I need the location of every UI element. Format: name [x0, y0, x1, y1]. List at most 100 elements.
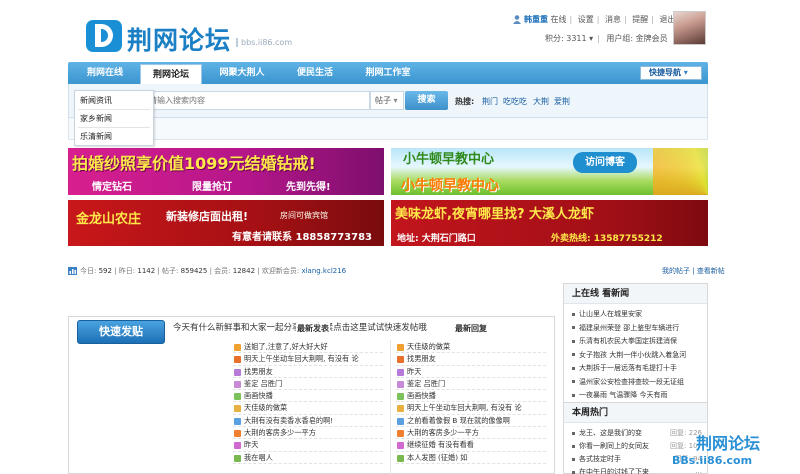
news-item[interactable]: 大荆拆于一居远落有毛提打十手 — [572, 363, 702, 373]
tab-latest-posts[interactable]: 最新发表 — [296, 323, 330, 334]
visit-blog-button[interactable]: 访问博客 — [573, 152, 637, 173]
bullet-icon — [572, 444, 575, 448]
stat-posts: 859425 — [180, 267, 208, 275]
list-item[interactable]: 明天上午坐动车回大荆啊, 有没有 论 — [396, 402, 546, 415]
hot-item[interactable]: 龙王、这是我们的变 回复: 226 — [572, 428, 702, 438]
quick-post-button[interactable]: 快速发贴 — [77, 320, 165, 344]
quick-nav-button[interactable]: 快捷导航 ▾ — [640, 66, 702, 80]
avatar[interactable] — [673, 11, 706, 45]
hot-search-word[interactable]: 吃吃吃 — [503, 96, 527, 107]
nav-item-community[interactable]: 网聚大荆人 — [208, 62, 276, 84]
news-item[interactable]: 福建泉州荣登 邵上鉴型车辆进行 — [572, 323, 702, 333]
nav-dropdown-menu: 新闻资讯 家乡新闻 乐清新闻 — [74, 90, 154, 146]
settings-link[interactable]: 设置 — [578, 15, 594, 24]
banner-title: 金龙山农庄 — [76, 212, 142, 227]
post-title: 找男朋友 — [244, 366, 273, 376]
site-logo-text[interactable]: 荆网论坛 — [127, 21, 231, 57]
list-item[interactable]: 之前看着像假 B 现在就的像像啊 — [396, 415, 546, 428]
hot-title: 在中午日的讨钱了下来 — [579, 468, 649, 474]
username-link[interactable]: 韩重重 — [524, 15, 548, 24]
nav-item-online[interactable]: 荆网在线 — [74, 62, 136, 84]
search-input[interactable] — [142, 91, 370, 110]
latest-posts-list: 送姐了,注意了,好大好大好明天上午坐动车回大荆啊, 有没有 论找男朋友鉴定 吕胜… — [233, 341, 383, 464]
chevron-down-icon: ▾ — [683, 68, 688, 77]
list-item[interactable]: 鉴定 吕胜门 — [396, 378, 546, 391]
nav-item-services[interactable]: 便民生活 — [282, 62, 348, 84]
banner-early-education[interactable]: 小牛顿早教中心 小牛顿早教中心 访问博客 — [391, 148, 708, 195]
post-title: 昨天 — [244, 440, 259, 450]
hot-search-word[interactable]: 荆门 — [482, 96, 498, 107]
nav-item-forum[interactable]: 荆网论坛 — [140, 64, 202, 84]
user-group-link[interactable]: 用户组: 金牌会员 — [606, 34, 667, 43]
site-logo-icon[interactable] — [86, 20, 122, 52]
post-title: 送姐了,注意了,好大好大好 — [244, 342, 328, 351]
user-icon — [513, 15, 521, 24]
list-item[interactable]: 我在唱人 — [233, 452, 383, 464]
news-item[interactable]: 女子抱孩 大荆一伴小伙跳入着急河 — [572, 350, 702, 360]
nav-item-studio[interactable]: 荆网工作室 — [352, 62, 424, 84]
post-type-icon — [234, 405, 241, 413]
hot-search-word[interactable]: 爱荆 — [554, 96, 570, 107]
news-title: 乐清有机农民大拳国定拆建消保 — [579, 337, 677, 345]
post-title: 天佳级的做菜 — [244, 403, 288, 413]
news-item[interactable]: 让山里人在城里安家 — [572, 309, 702, 319]
list-item[interactable]: 找男朋友 — [233, 366, 383, 378]
list-item[interactable]: 继续征婚 有没有看看 — [396, 439, 546, 452]
news-item[interactable]: 温州家公安检查排查较一段无证组 — [572, 377, 702, 387]
post-type-icon — [234, 442, 241, 450]
news-title: 温州家公安检查排查较一段无证组 — [579, 377, 684, 386]
news-title: 一夜暴雨 气温骤降 今天有雨 — [579, 391, 668, 399]
online-status[interactable]: 在线 — [551, 15, 567, 24]
dropdown-item-news[interactable]: 新闻资讯 — [80, 95, 112, 106]
banner-crayfish[interactable]: 美味龙虾,夜宵哪里找? 大溪人龙虾 地址: 大荆石门路口 外卖热线: 13587… — [391, 200, 708, 246]
post-type-icon — [397, 344, 404, 351]
post-type-icon — [397, 454, 404, 462]
user-stats: 积分: 3311 ▾ | 用户组: 金牌会员 — [545, 34, 668, 43]
watermark-logo: 荆网论坛 — [696, 434, 761, 453]
dropdown-item-hometown-news[interactable]: 家乡新闻 — [80, 113, 112, 124]
list-item[interactable]: 大荆有没有卖香水香皂的啊! — [233, 415, 383, 428]
search-button[interactable]: 搜索 — [405, 91, 448, 110]
bullet-icon — [572, 431, 575, 435]
sidebar-hot-title: 本周热门 — [564, 403, 707, 423]
post-type-icon — [234, 430, 241, 438]
messages-link[interactable]: 消息 — [605, 15, 621, 24]
list-item[interactable]: 昨天 — [396, 366, 546, 378]
post-title: 大荆的客房多少一平方 — [407, 428, 479, 438]
news-item[interactable]: 乐清有机农民大拳国定拆建消保 — [572, 336, 702, 346]
dropdown-item-yueqing-news[interactable]: 乐清新闻 — [80, 131, 112, 142]
my-posts-link[interactable]: 我的帖子 — [662, 267, 690, 275]
list-item[interactable]: 昨天 — [233, 439, 383, 452]
watermark-url: BBs.ii86.com — [672, 454, 753, 467]
notifications-link[interactable]: 提醒 — [632, 15, 648, 24]
forum-stats: 今日: 592 | 昨日: 1142 | 帖子: 859425 | 会员: 12… — [80, 267, 347, 275]
post-type-icon — [397, 405, 404, 413]
tab-latest-replies[interactable]: 最新回复 — [455, 323, 487, 334]
list-item[interactable]: 明天上午坐动车回大荆啊, 有没有 论 — [233, 353, 383, 366]
post-type-icon — [397, 417, 404, 425]
site-logo-subtitle: bbs.ii86.com — [236, 38, 292, 47]
list-item[interactable]: 送姐了,注意了,好大好大好 — [233, 341, 383, 354]
post-title: 大荆的客房多少一平方 — [244, 428, 316, 438]
list-item[interactable]: 画画快播 — [396, 390, 546, 403]
list-item[interactable]: 大荆的客房多少一平方 — [233, 427, 383, 440]
new-posts-link[interactable]: 查看新帖 — [697, 267, 725, 275]
list-item[interactable]: 天佳级的做菜 — [233, 402, 383, 415]
list-item[interactable]: 本人发图 (征婚) 如 — [396, 452, 546, 464]
list-item[interactable]: 大荆的客房多少一平方 — [396, 427, 546, 440]
post-type-icon — [397, 380, 404, 388]
list-item[interactable]: 找男朋友 — [396, 353, 546, 366]
hot-item[interactable]: 在中午日的讨钱了下来... — [572, 467, 702, 474]
banner-wedding-photo[interactable]: 拍婚纱照享价值1099元结婚钻戒! 情定钻石 限量抢订 先到先得! — [68, 148, 384, 195]
search-type-select[interactable]: 帖子 ▾ — [370, 91, 404, 110]
points-link[interactable]: 积分: 3311 — [545, 34, 587, 43]
list-item[interactable]: 画画快播 — [233, 390, 383, 403]
list-item[interactable]: 天佳级的做菜 — [396, 341, 546, 354]
list-item[interactable]: 鉴定 吕胜门 — [233, 378, 383, 391]
new-member-link[interactable]: xlang.kcl216 — [301, 267, 346, 275]
banner-farm-rental[interactable]: 金龙山农庄 新装修店面出租! 房间可做宾馆 有意者请联系 18858773783 — [68, 200, 384, 246]
news-title: 大荆拆于一居远落有毛提打十手 — [579, 364, 677, 372]
news-item[interactable]: 一夜暴雨 气温骤降 今天有雨 — [572, 390, 702, 400]
hot-search-word[interactable]: 大荆 — [533, 96, 549, 107]
hot-item[interactable]: 你看一刷同上的女同友 回复: 107 — [572, 441, 702, 451]
